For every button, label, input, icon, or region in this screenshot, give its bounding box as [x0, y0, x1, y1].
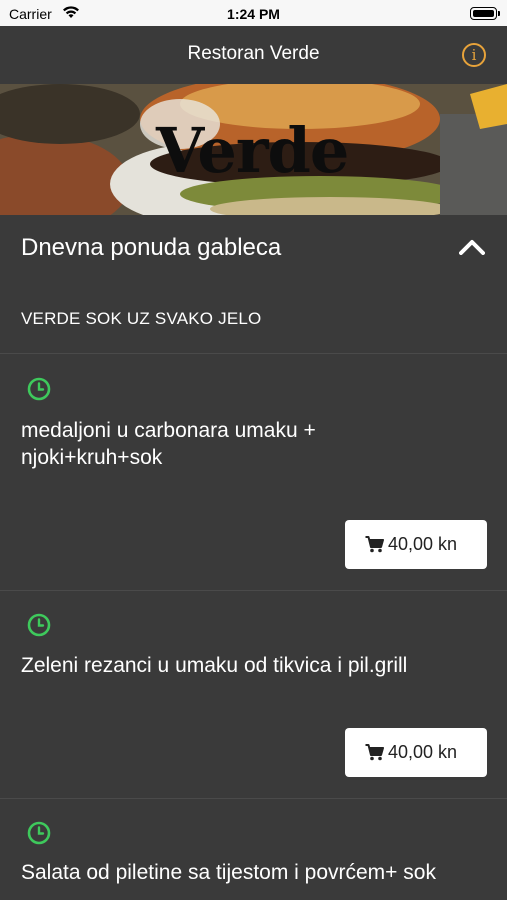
add-to-cart-button[interactable]: 40,00 kn: [345, 728, 487, 777]
cart-icon: [365, 744, 384, 761]
chevron-up-icon[interactable]: [459, 239, 485, 255]
menu-item-name: Zeleni rezanci u umaku od tikvica i pil.…: [21, 654, 408, 677]
navigation-bar: Restoran Verde i: [0, 26, 507, 84]
section-notice: VERDE SOK UZ SVAKO JELO: [21, 309, 262, 328]
status-bar: Carrier 1:24 PM: [0, 0, 507, 26]
price-label: 40,00 kn: [388, 742, 458, 762]
cart-icon: [365, 536, 384, 553]
restaurant-banner: Verde: [0, 84, 507, 215]
menu-item-name: Salata od piletine sa tijestom i povrćem…: [21, 861, 436, 884]
list-item: Zeleni rezanci u umaku od tikvica i pil.…: [0, 591, 507, 798]
section-header[interactable]: Dnevna ponuda gableca: [0, 215, 507, 281]
menu-item-name: medaljoni u carbonara umaku + njoki+kruh…: [21, 419, 316, 469]
info-icon[interactable]: i: [462, 43, 486, 67]
list-item: medaljoni u carbonara umaku + njoki+kruh…: [0, 354, 507, 590]
clock-icon: [27, 613, 51, 637]
battery-icon: [470, 7, 500, 20]
price-label: 40,00 kn: [388, 534, 458, 554]
section-title: Dnevna ponuda gableca: [21, 234, 282, 261]
clock-icon: [27, 821, 51, 845]
clock-icon: [27, 377, 51, 401]
list-item: Salata od piletine sa tijestom i povrćem…: [0, 799, 507, 900]
add-to-cart-button[interactable]: 40,00 kn: [345, 520, 487, 569]
verde-logo: Verde: [156, 114, 349, 187]
page-title: Restoran Verde: [187, 43, 320, 64]
clock-time: 1:24 PM: [227, 6, 280, 22]
